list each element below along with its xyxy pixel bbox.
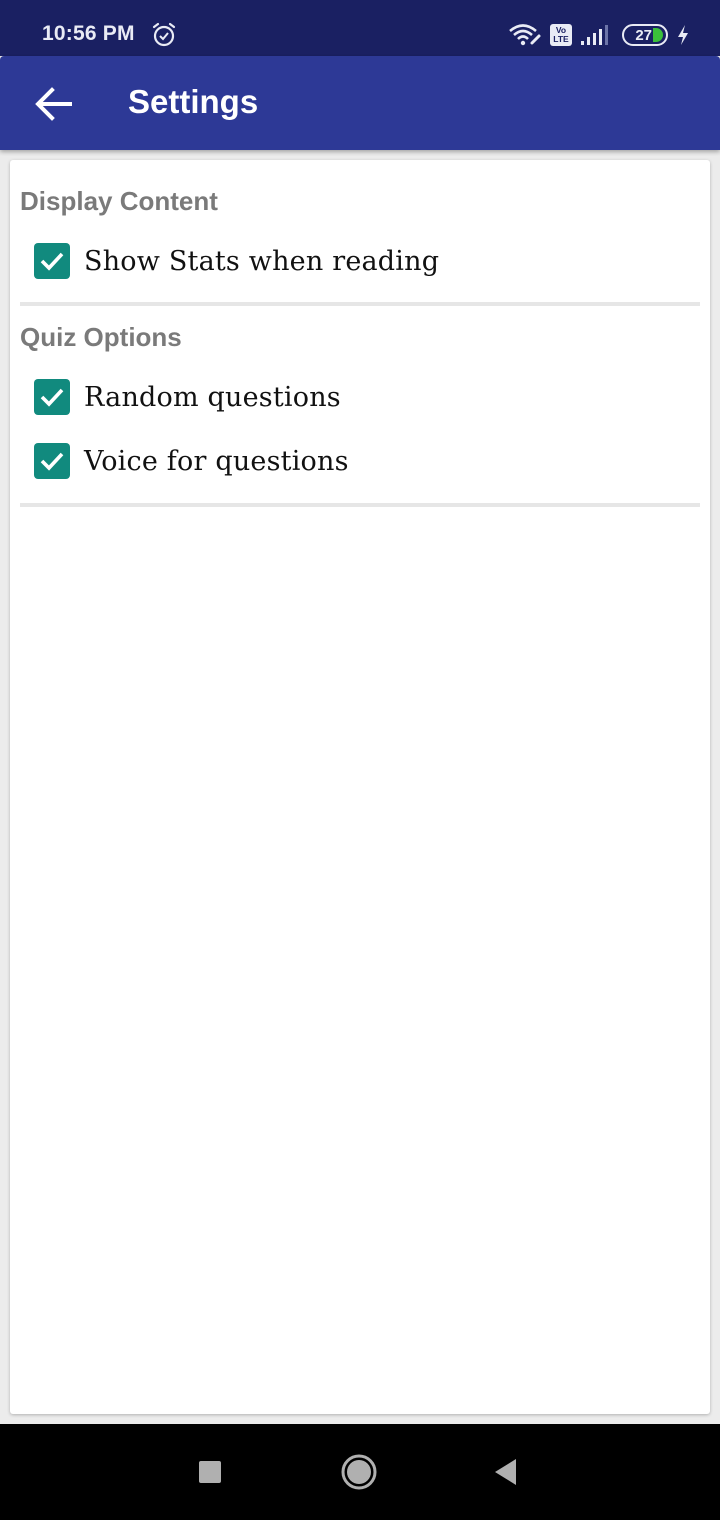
divider — [20, 302, 700, 306]
option-show-stats[interactable]: Show Stats when reading — [34, 241, 439, 281]
charging-icon — [678, 25, 688, 45]
square-icon — [199, 1461, 221, 1483]
option-label: Show Stats when reading — [84, 245, 440, 277]
section-header-quiz-options: Quiz Options — [20, 322, 182, 352]
battery-fill — [653, 28, 663, 42]
wifi-icon — [509, 24, 541, 46]
checkbox[interactable] — [34, 243, 70, 279]
nav-back-button[interactable] — [484, 1450, 528, 1494]
checkbox[interactable] — [34, 379, 70, 415]
alarm-icon — [152, 22, 176, 47]
divider — [20, 503, 700, 507]
option-voice-for-questions[interactable]: Voice for questions — [34, 441, 349, 481]
back-button[interactable] — [28, 78, 80, 130]
signal-icon — [581, 25, 608, 45]
battery-icon: 27 — [622, 24, 668, 46]
battery-level: 27 — [635, 26, 652, 44]
option-label: Voice for questions — [84, 445, 349, 477]
arrow-left-icon — [35, 87, 72, 121]
section-header-display-content: Display Content — [20, 186, 218, 216]
checkmark-icon — [40, 452, 64, 471]
home-button[interactable] — [337, 1450, 381, 1494]
app-bar: Settings — [0, 56, 720, 150]
status-time: 10:56 PM — [42, 22, 135, 45]
option-random-questions[interactable]: Random questions — [34, 377, 341, 417]
circle-icon — [341, 1454, 377, 1490]
checkbox[interactable] — [34, 443, 70, 479]
option-label: Random questions — [84, 381, 341, 413]
volte-bottom-text: LTE — [553, 34, 569, 44]
status-icons: Vo LTE 27 — [508, 22, 690, 48]
page-title: Settings — [128, 83, 259, 120]
recents-button[interactable] — [188, 1450, 232, 1494]
checkmark-icon — [40, 252, 64, 271]
status-bar: 10:56 PM Vo LTE 27 — [0, 0, 720, 56]
checkmark-icon — [40, 388, 64, 407]
triangle-back-icon — [495, 1459, 516, 1485]
settings-card: Display Content Show Stats when reading … — [10, 160, 710, 1414]
navigation-bar — [0, 1424, 720, 1520]
volte-icon: Vo LTE — [550, 24, 572, 46]
